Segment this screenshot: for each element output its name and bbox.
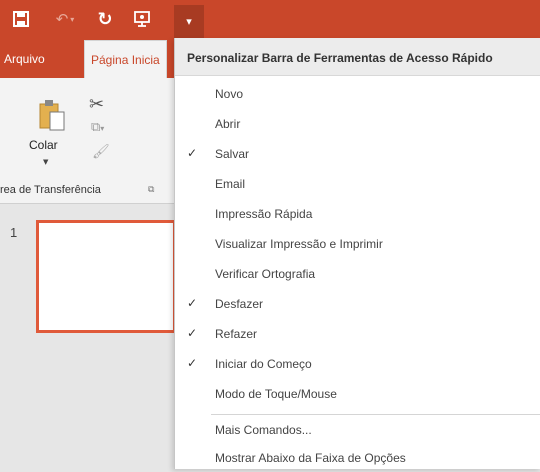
format-painter-icon[interactable]: 🖌: [92, 144, 110, 160]
tab-file[interactable]: Arquivo: [4, 40, 45, 78]
menu-item-label: Abrir: [215, 117, 241, 131]
paste-button-label[interactable]: Colar: [29, 138, 58, 152]
menu-item-label: Verificar Ortografia: [215, 267, 316, 281]
check-icon: ✓: [187, 326, 198, 340]
cut-icon[interactable]: ✂: [89, 94, 104, 115]
menu-item-label: Desfazer: [215, 297, 264, 311]
copy-icon[interactable]: ⧉▾: [91, 120, 104, 135]
slide-number: 1: [10, 225, 18, 240]
slide-thumbnail[interactable]: [36, 220, 176, 333]
clipboard-group-label: rea de Transferência: [0, 184, 101, 196]
menu-item-novo[interactable]: Novo: [175, 82, 540, 108]
paste-icon[interactable]: [38, 98, 66, 132]
menu-item-refazer[interactable]: ✓ Refazer: [175, 322, 540, 348]
menu-item-label: Salvar: [215, 147, 250, 161]
menu-item-iniciar-do-comeco[interactable]: ✓ Iniciar do Começo: [175, 352, 540, 378]
menu-item-salvar[interactable]: ✓ Salvar: [175, 142, 540, 168]
check-icon: ✓: [187, 146, 198, 160]
menu-item-label: Mostrar Abaixo da Faixa de Opções: [215, 451, 406, 465]
undo-icon[interactable]: ↶ ▾: [50, 8, 80, 30]
dialog-launcher-icon[interactable]: ⧉: [148, 185, 154, 195]
menu-item-label: Novo: [215, 87, 244, 101]
menu-item-label: Modo de Toque/Mouse: [215, 387, 337, 401]
menu-item-mostrar-abaixo[interactable]: Mostrar Abaixo da Faixa de Opções: [175, 446, 540, 472]
menu-item-impressao-rapida[interactable]: Impressão Rápida: [175, 202, 540, 228]
menu-item-label: Visualizar Impressão e Imprimir: [215, 237, 383, 251]
check-icon: ✓: [187, 296, 198, 310]
menu-item-label: Mais Comandos...: [215, 423, 312, 437]
menu-item-mais-comandos[interactable]: Mais Comandos...: [175, 418, 540, 444]
menu-item-abrir[interactable]: Abrir: [175, 112, 540, 138]
chevron-down-icon[interactable]: ▼: [43, 158, 48, 166]
save-icon[interactable]: [10, 8, 32, 30]
redo-icon[interactable]: ↻: [94, 8, 116, 30]
menu-item-visualizar-impressao[interactable]: Visualizar Impressão e Imprimir: [175, 232, 540, 258]
menu-item-email[interactable]: Email: [175, 172, 540, 198]
tab-home[interactable]: Página Inicia: [84, 40, 167, 78]
menu-title: Personalizar Barra de Ferramentas de Ace…: [175, 38, 540, 76]
customize-qat-menu: Personalizar Barra de Ferramentas de Ace…: [174, 38, 540, 469]
menu-item-label: Refazer: [215, 327, 258, 341]
title-bar: ↶ ▾ ↻: [0, 0, 540, 40]
menu-item-modo-toque-mouse[interactable]: Modo de Toque/Mouse: [175, 382, 540, 408]
menu-item-label: Email: [215, 177, 246, 191]
menu-item-label: Impressão Rápida: [215, 207, 313, 221]
menu-item-desfazer[interactable]: ✓ Desfazer: [175, 292, 540, 318]
check-icon: ✓: [187, 356, 198, 370]
menu-item-label: Iniciar do Começo: [215, 357, 312, 371]
chevron-down-icon: ▾: [186, 15, 192, 28]
customize-qat-button[interactable]: ▾: [174, 5, 204, 38]
menu-item-verificar-ortografia[interactable]: Verificar Ortografia: [175, 262, 540, 288]
start-from-beginning-icon[interactable]: [130, 8, 154, 30]
menu-separator: [211, 414, 540, 415]
